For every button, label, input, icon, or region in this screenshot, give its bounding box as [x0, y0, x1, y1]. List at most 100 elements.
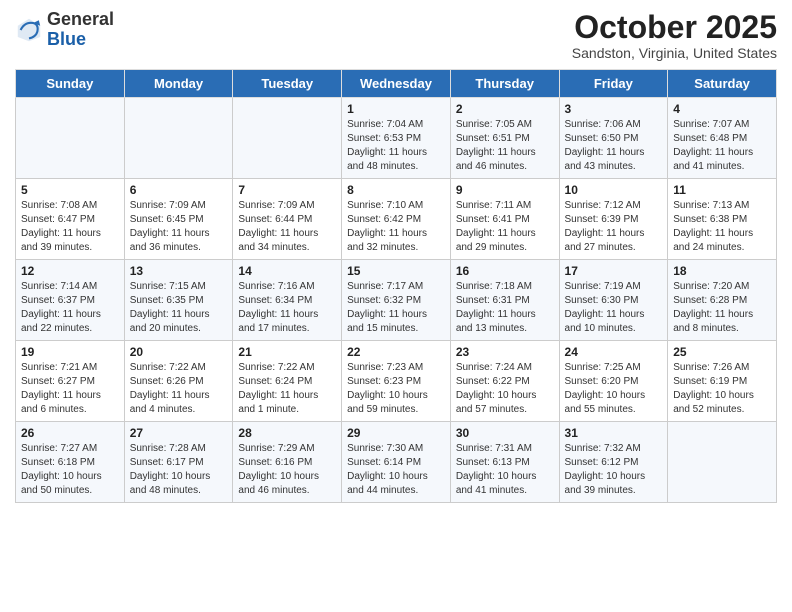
day-number: 20 — [130, 345, 228, 359]
calendar-cell: 27 Sunrise: 7:28 AM Sunset: 6:17 PM Dayli… — [124, 422, 233, 503]
day-info: Sunrise: 7:20 AM Sunset: 6:28 PM Dayligh… — [673, 280, 771, 336]
calendar-week-2: 5 Sunrise: 7:08 AM Sunset: 6:47 PM Daylig… — [16, 179, 777, 260]
day-number: 28 — [238, 426, 336, 440]
day-info: Sunrise: 7:07 AM Sunset: 6:48 PM Dayligh… — [673, 118, 771, 174]
calendar-table: Sunday Monday Tuesday Wednesday Thursday… — [15, 69, 777, 503]
day-number: 17 — [565, 264, 663, 278]
col-sunday: Sunday — [16, 70, 125, 98]
calendar-cell: 23 Sunrise: 7:24 AM Sunset: 6:22 PM Dayli… — [450, 341, 559, 422]
day-info: Sunrise: 7:15 AM Sunset: 6:35 PM Dayligh… — [130, 280, 228, 336]
day-number: 2 — [456, 102, 554, 116]
day-info: Sunrise: 7:08 AM Sunset: 6:47 PM Dayligh… — [21, 199, 119, 255]
calendar-cell — [16, 98, 125, 179]
calendar-week-4: 19 Sunrise: 7:21 AM Sunset: 6:27 PM Dayli… — [16, 341, 777, 422]
day-info: Sunrise: 7:27 AM Sunset: 6:18 PM Dayligh… — [21, 442, 119, 498]
calendar-cell: 11 Sunrise: 7:13 AM Sunset: 6:38 PM Dayli… — [668, 179, 777, 260]
day-info: Sunrise: 7:10 AM Sunset: 6:42 PM Dayligh… — [347, 199, 445, 255]
calendar-cell: 24 Sunrise: 7:25 AM Sunset: 6:20 PM Dayli… — [559, 341, 668, 422]
calendar-cell: 1Sunrise: 7:04 AM Sunset: 6:53 PM Daylig… — [342, 98, 451, 179]
logo-text: General Blue — [47, 10, 114, 50]
logo-blue: Blue — [47, 30, 114, 50]
day-number: 5 — [21, 183, 119, 197]
day-info: Sunrise: 7:26 AM Sunset: 6:19 PM Dayligh… — [673, 361, 771, 417]
calendar-cell: 13Sunrise: 7:15 AM Sunset: 6:35 PM Dayli… — [124, 260, 233, 341]
day-info: Sunrise: 7:28 AM Sunset: 6:17 PM Dayligh… — [130, 442, 228, 498]
day-number: 30 — [456, 426, 554, 440]
calendar-cell: 29Sunrise: 7:30 AM Sunset: 6:14 PM Dayli… — [342, 422, 451, 503]
day-info: Sunrise: 7:21 AM Sunset: 6:27 PM Dayligh… — [21, 361, 119, 417]
day-info: Sunrise: 7:13 AM Sunset: 6:38 PM Dayligh… — [673, 199, 771, 255]
calendar-cell: 9Sunrise: 7:11 AM Sunset: 6:41 PM Daylig… — [450, 179, 559, 260]
day-number: 29 — [347, 426, 445, 440]
calendar-cell: 15 Sunrise: 7:17 AM Sunset: 6:32 PM Dayli… — [342, 260, 451, 341]
col-thursday: Thursday — [450, 70, 559, 98]
calendar-cell: 26 Sunrise: 7:27 AM Sunset: 6:18 PM Dayli… — [16, 422, 125, 503]
calendar-cell: 30 Sunrise: 7:31 AM Sunset: 6:13 PM Dayli… — [450, 422, 559, 503]
calendar-cell: 14 Sunrise: 7:16 AM Sunset: 6:34 PM Dayli… — [233, 260, 342, 341]
logo: General Blue — [15, 10, 114, 50]
calendar-cell — [668, 422, 777, 503]
day-number: 24 — [565, 345, 663, 359]
day-info: Sunrise: 7:14 AM Sunset: 6:37 PM Dayligh… — [21, 280, 119, 336]
day-number: 14 — [238, 264, 336, 278]
day-number: 16 — [456, 264, 554, 278]
day-info: Sunrise: 7:05 AM Sunset: 6:51 PM Dayligh… — [456, 118, 554, 174]
title-block: October 2025 Sandston, Virginia, United … — [572, 10, 777, 61]
day-number: 19 — [21, 345, 119, 359]
day-info: Sunrise: 7:17 AM Sunset: 6:32 PM Dayligh… — [347, 280, 445, 336]
day-info: Sunrise: 7:16 AM Sunset: 6:34 PM Dayligh… — [238, 280, 336, 336]
calendar-cell: 12 Sunrise: 7:14 AM Sunset: 6:37 PM Dayli… — [16, 260, 125, 341]
day-number: 1 — [347, 102, 445, 116]
day-number: 18 — [673, 264, 771, 278]
day-number: 21 — [238, 345, 336, 359]
calendar-header: Sunday Monday Tuesday Wednesday Thursday… — [16, 70, 777, 98]
month-title: October 2025 — [572, 10, 777, 45]
day-info: Sunrise: 7:25 AM Sunset: 6:20 PM Dayligh… — [565, 361, 663, 417]
day-number: 15 — [347, 264, 445, 278]
col-friday: Friday — [559, 70, 668, 98]
day-number: 31 — [565, 426, 663, 440]
day-number: 3 — [565, 102, 663, 116]
day-info: Sunrise: 7:06 AM Sunset: 6:50 PM Dayligh… — [565, 118, 663, 174]
day-info: Sunrise: 7:22 AM Sunset: 6:26 PM Dayligh… — [130, 361, 228, 417]
day-info: Sunrise: 7:29 AM Sunset: 6:16 PM Dayligh… — [238, 442, 336, 498]
day-number: 27 — [130, 426, 228, 440]
day-number: 4 — [673, 102, 771, 116]
calendar-week-1: 1Sunrise: 7:04 AM Sunset: 6:53 PM Daylig… — [16, 98, 777, 179]
calendar-cell: 2 Sunrise: 7:05 AM Sunset: 6:51 PM Daylig… — [450, 98, 559, 179]
day-info: Sunrise: 7:19 AM Sunset: 6:30 PM Dayligh… — [565, 280, 663, 336]
calendar-cell: 20 Sunrise: 7:22 AM Sunset: 6:26 PM Dayli… — [124, 341, 233, 422]
header: General Blue October 2025 Sandston, Virg… — [15, 10, 777, 61]
day-number: 6 — [130, 183, 228, 197]
calendar-cell — [124, 98, 233, 179]
day-info: Sunrise: 7:32 AM Sunset: 6:12 PM Dayligh… — [565, 442, 663, 498]
calendar-cell: 7 Sunrise: 7:09 AM Sunset: 6:44 PM Daylig… — [233, 179, 342, 260]
day-info: Sunrise: 7:24 AM Sunset: 6:22 PM Dayligh… — [456, 361, 554, 417]
day-info: Sunrise: 7:22 AM Sunset: 6:24 PM Dayligh… — [238, 361, 336, 417]
calendar-cell: 28 Sunrise: 7:29 AM Sunset: 6:16 PM Dayli… — [233, 422, 342, 503]
day-info: Sunrise: 7:12 AM Sunset: 6:39 PM Dayligh… — [565, 199, 663, 255]
day-number: 23 — [456, 345, 554, 359]
day-info: Sunrise: 7:23 AM Sunset: 6:23 PM Dayligh… — [347, 361, 445, 417]
calendar-cell: 8 Sunrise: 7:10 AM Sunset: 6:42 PM Daylig… — [342, 179, 451, 260]
calendar-cell: 16 Sunrise: 7:18 AM Sunset: 6:31 PM Dayli… — [450, 260, 559, 341]
col-saturday: Saturday — [668, 70, 777, 98]
day-info: Sunrise: 7:09 AM Sunset: 6:44 PM Dayligh… — [238, 199, 336, 255]
day-info: Sunrise: 7:31 AM Sunset: 6:13 PM Dayligh… — [456, 442, 554, 498]
day-number: 8 — [347, 183, 445, 197]
day-number: 22 — [347, 345, 445, 359]
day-number: 7 — [238, 183, 336, 197]
day-number: 26 — [21, 426, 119, 440]
calendar-cell: 21 Sunrise: 7:22 AM Sunset: 6:24 PM Dayli… — [233, 341, 342, 422]
calendar-cell: 17 Sunrise: 7:19 AM Sunset: 6:30 PM Dayli… — [559, 260, 668, 341]
day-number: 11 — [673, 183, 771, 197]
day-info: Sunrise: 7:18 AM Sunset: 6:31 PM Dayligh… — [456, 280, 554, 336]
calendar-cell: 25Sunrise: 7:26 AM Sunset: 6:19 PM Dayli… — [668, 341, 777, 422]
calendar-week-3: 12 Sunrise: 7:14 AM Sunset: 6:37 PM Dayli… — [16, 260, 777, 341]
location: Sandston, Virginia, United States — [572, 45, 777, 61]
day-number: 12 — [21, 264, 119, 278]
page-container: General Blue October 2025 Sandston, Virg… — [0, 0, 792, 513]
header-row: Sunday Monday Tuesday Wednesday Thursday… — [16, 70, 777, 98]
col-monday: Monday — [124, 70, 233, 98]
logo-icon — [15, 16, 43, 44]
